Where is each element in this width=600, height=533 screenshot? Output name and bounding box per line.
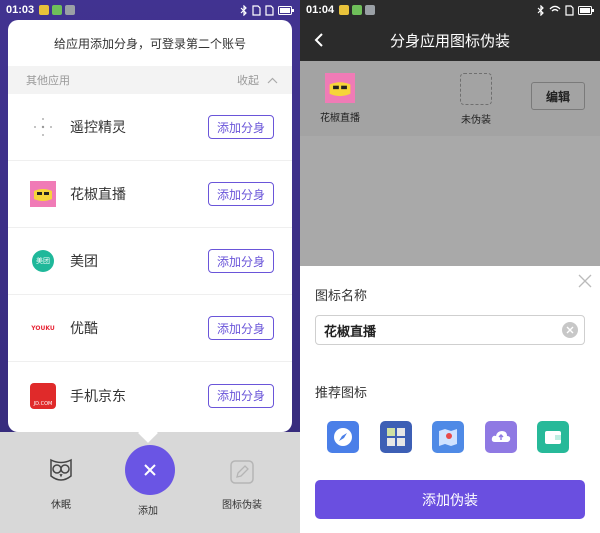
tab-add[interactable]: 添加 <box>138 502 158 517</box>
wallet-app-icon[interactable] <box>537 421 569 453</box>
empty-icon-placeholder <box>460 73 492 105</box>
preview-row: 花椒直播 未伪装 编辑 <box>300 61 600 136</box>
add-fab-button[interactable] <box>125 445 175 495</box>
page-title: 分身应用图标伪装 <box>389 32 510 50</box>
app-name: 遥控精灵 <box>70 120 126 136</box>
map-app-icon[interactable] <box>432 421 464 453</box>
right-screen: 01:04 分身应用图标伪装 花椒直播 未伪装 编辑 图标名称 花椒直播 推荐图… <box>300 0 600 533</box>
notification-icon <box>352 5 363 15</box>
section-title: 其他应用 <box>26 74 70 87</box>
clear-input-button[interactable] <box>562 322 578 338</box>
icon-name-label: 图标名称 <box>315 289 368 304</box>
cloud-app-icon[interactable] <box>485 421 517 453</box>
status-bar: 01:03 <box>0 0 300 20</box>
section-other-apps: 其他应用 收起 <box>8 66 292 94</box>
chevron-up-icon <box>267 77 278 83</box>
add-clone-button[interactable]: 添加分身 <box>208 383 274 408</box>
original-icon-label: 花椒直播 <box>320 113 360 124</box>
app-name: 手机京东 <box>70 388 126 405</box>
add-clone-button[interactable]: 添加分身 <box>208 182 274 206</box>
jd-app-icon: JD.COM <box>30 382 56 409</box>
notification-icons <box>39 5 76 15</box>
tab-icon-disguise[interactable]: 图标伪装 <box>222 458 262 511</box>
add-disguise-button[interactable]: 添加伪装 <box>315 480 585 519</box>
notification-icons <box>339 5 376 15</box>
title-bar: 分身应用图标伪装 <box>300 20 600 61</box>
wifi-icon <box>549 5 561 12</box>
compass-app-icon[interactable] <box>327 421 359 453</box>
recommended-icons-label: 推荐图标 <box>315 386 368 401</box>
sim-icon <box>252 4 261 16</box>
close-icon[interactable] <box>578 274 592 288</box>
notification-icon <box>39 5 50 15</box>
clear-icon <box>566 326 574 334</box>
app-name: 花椒直播 <box>70 187 126 203</box>
collapse-toggle[interactable]: 收起 <box>237 72 278 88</box>
app-row-jd: JD.COM 手机京东 添加分身 <box>8 362 292 429</box>
app-row-huajiao: 花椒直播 添加分身 <box>8 161 292 228</box>
huajiao-app-icon <box>325 73 355 103</box>
close-icon <box>144 464 156 476</box>
battery-icon <box>578 5 594 15</box>
tab-sleep-label: 休眠 <box>51 500 71 511</box>
bluetooth-icon <box>537 4 544 16</box>
add-clone-button[interactable]: 添加分身 <box>208 316 274 340</box>
disguised-icon-preview: 未伪装 <box>460 73 492 126</box>
collapse-label: 收起 <box>237 74 259 87</box>
popup-header: 给应用添加分身，可登录第二个账号 <box>53 36 246 51</box>
bluetooth-icon <box>240 4 247 16</box>
app-row-remote-control: 遥控精灵 添加分身 <box>8 94 292 161</box>
battery-icon <box>278 5 294 15</box>
original-icon-preview: 花椒直播 <box>320 73 360 124</box>
youku-app-icon: YOUKU <box>31 324 55 332</box>
add-clone-button[interactable]: 添加分身 <box>208 115 274 139</box>
edit-icon <box>230 460 254 484</box>
system-icons <box>537 4 594 16</box>
disguise-bottom-sheet: 图标名称 花椒直播 推荐图标 添加伪装 <box>300 266 600 533</box>
remote-control-app-icon <box>30 114 56 140</box>
status-time: 01:04 <box>306 4 335 16</box>
notification-icon <box>365 5 376 15</box>
status-time: 01:03 <box>6 4 35 16</box>
app-name: 美团 <box>70 254 98 270</box>
add-clone-button[interactable]: 添加分身 <box>208 249 274 273</box>
tab-sleep[interactable]: 休眠 <box>46 456 76 511</box>
calculator-app-icon[interactable] <box>380 421 412 453</box>
meituan-app-icon: 美团 <box>32 250 54 272</box>
tab-icon-disguise-label: 图标伪装 <box>222 500 262 511</box>
sim-icon <box>565 4 574 16</box>
icon-name-value: 花椒直播 <box>324 324 377 340</box>
tab-add-label: 添加 <box>138 506 158 517</box>
add-clone-popup: 给应用添加分身，可登录第二个账号 其他应用 收起 遥控精灵 添加分身 花椒直播 … <box>8 20 292 432</box>
owl-icon <box>50 458 72 481</box>
back-arrow-icon[interactable] <box>314 32 324 48</box>
edit-button[interactable]: 编辑 <box>531 82 585 110</box>
icon-name-input[interactable]: 花椒直播 <box>315 315 585 345</box>
notification-icon <box>339 5 350 15</box>
preview-dim-area: 花椒直播 未伪装 编辑 <box>300 61 600 266</box>
notification-icon <box>65 5 76 15</box>
system-icons <box>240 4 294 16</box>
notification-icon <box>52 5 63 15</box>
sim-icon <box>265 4 274 16</box>
disguised-icon-label: 未伪装 <box>461 115 491 126</box>
app-row-youku: YOUKU 优酷 添加分身 <box>8 295 292 362</box>
app-row-meituan: 美团 美团 添加分身 <box>8 228 292 295</box>
app-name: 优酷 <box>70 321 98 337</box>
left-screen: 01:03 给应用添加分身，可登录第二个账号 其他应用 收起 遥控精灵 添加分身… <box>0 0 300 533</box>
status-bar: 01:04 <box>300 0 600 20</box>
huajiao-app-icon <box>30 181 56 207</box>
